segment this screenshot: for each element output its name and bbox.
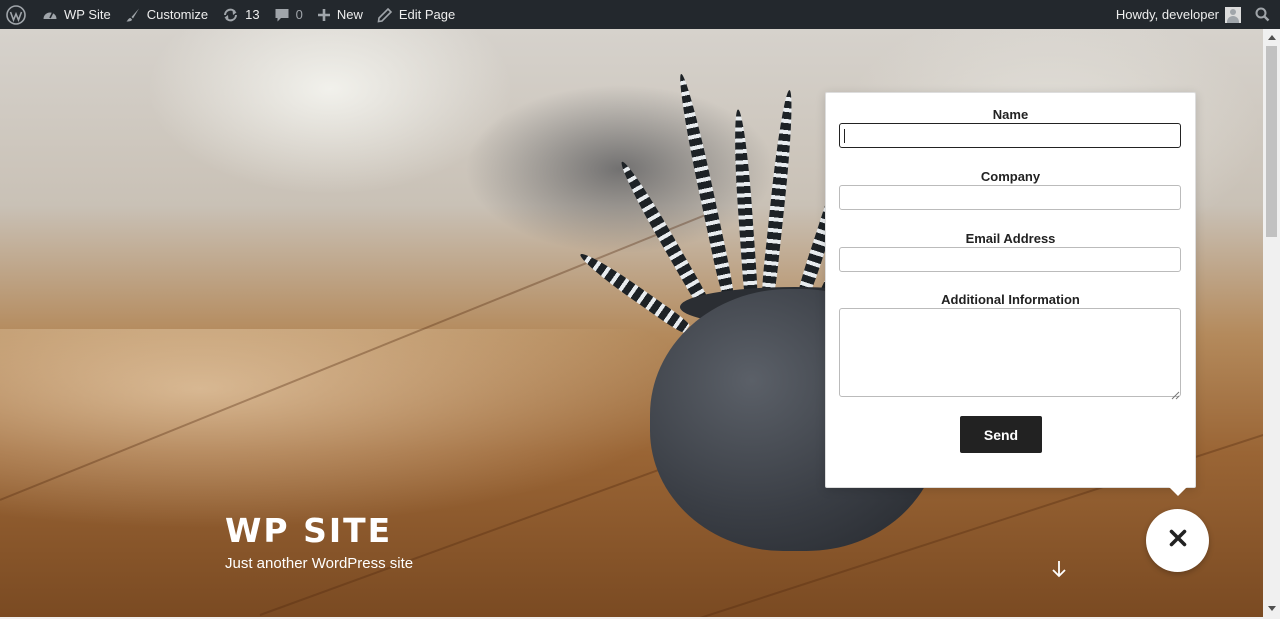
admin-bar-customize[interactable]: Customize [118,0,215,29]
arrow-down-icon[interactable] [1051,559,1067,579]
updates-icon [222,7,239,23]
company-field[interactable] [839,185,1181,210]
additional-info-wrap [839,308,1181,400]
avatar-icon [1225,6,1241,23]
plus-icon [317,8,331,22]
edit-page-label: Edit Page [398,7,456,22]
send-button[interactable]: Send [960,416,1042,453]
brush-icon [125,7,141,23]
email-field[interactable] [839,247,1181,272]
comments-count: 0 [295,7,303,22]
additional-info-field[interactable] [839,308,1181,397]
admin-bar-my-account[interactable]: Howdy, developer [1109,0,1248,29]
admin-bar-edit-page[interactable]: Edit Page [370,0,462,29]
admin-bar-comments[interactable]: 0 [267,0,310,29]
search-icon[interactable] [1248,0,1280,29]
close-icon [1169,529,1187,552]
admin-bar-new[interactable]: New [310,0,370,29]
comment-icon [274,7,290,23]
updates-count: 13 [245,7,260,22]
name-field-wrap [826,123,1195,150]
resize-grip-icon[interactable] [1171,387,1180,400]
company-label: Company [980,169,1041,184]
scroll-up-icon[interactable] [1263,29,1280,46]
customize-label: Customize [146,7,209,22]
plant-leaf [731,108,759,310]
scroll-down-icon[interactable] [1263,600,1280,617]
name-field[interactable] [839,123,1181,148]
site-tagline: Just another WordPress site [225,555,414,572]
additional-info-label: Additional Information [941,292,1080,307]
wordpress-logo-icon[interactable] [0,0,35,29]
close-popup-button[interactable] [1146,509,1209,572]
dashboard-icon [42,7,58,23]
admin-bar: WP Site Customize 13 0 New Edit Page How… [0,0,1280,29]
greeting-label: Howdy, developer [1115,7,1219,22]
site-name-label: WP Site [64,7,111,22]
popup-pointer [1169,487,1187,496]
text-caret [844,129,845,143]
admin-bar-updates[interactable]: 13 [215,0,266,29]
plant-leaf [760,89,797,305]
new-label: New [336,7,363,22]
scrollbar-thumb[interactable] [1266,46,1277,237]
email-label: Email Address [965,231,1056,246]
site-title[interactable]: WP SITE [225,511,392,550]
admin-bar-site-name[interactable]: WP Site [35,0,118,29]
page-scrollbar[interactable] [1263,29,1280,617]
pencil-icon [377,7,393,23]
contact-form-popup: Name Company Email Address Additional In… [825,92,1196,488]
name-label: Name [992,107,1029,122]
admin-bar-secondary: Howdy, developer [1109,0,1280,29]
